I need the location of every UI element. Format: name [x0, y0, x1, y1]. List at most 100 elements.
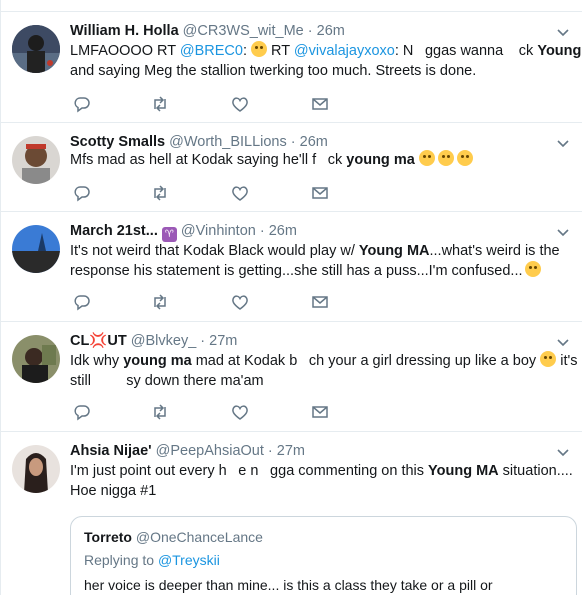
- dm-icon[interactable]: [311, 293, 329, 311]
- search-term: young ma: [346, 152, 415, 168]
- tweet[interactable]: William H. Holla @CR3WS_wit_Me · 26m LMF…: [1, 12, 582, 123]
- retweet-icon[interactable]: [151, 184, 169, 202]
- chevron-down-icon[interactable]: [557, 446, 569, 458]
- text-segment: :: [242, 43, 251, 59]
- display-name[interactable]: CL💢UT: [70, 333, 127, 349]
- like-icon[interactable]: [231, 184, 249, 202]
- text-line: still   sy down there ma'am: [70, 373, 264, 389]
- tweet-header: March 21st... ♈ @Vinhinton · 26m: [70, 222, 297, 242]
- avatar[interactable]: [12, 136, 60, 184]
- text-segment: It's not weird that Kodak Black would pl…: [70, 243, 359, 259]
- timestamp[interactable]: 27m: [209, 333, 237, 349]
- tweet[interactable]: Scotty Smalls @Worth_BILLions · 26m Mfs …: [1, 123, 582, 212]
- tweet-text: Mfs mad as hell at Kodak saying he'll f…: [70, 150, 565, 170]
- retweet-icon[interactable]: [151, 95, 169, 113]
- tweet-text: It's not weird that Kodak Black would pl…: [70, 241, 565, 281]
- handle[interactable]: @CR3WS_wit_Me: [183, 23, 304, 39]
- replying-label: Replying to: [84, 552, 158, 568]
- tweet-header: William H. Holla @CR3WS_wit_Me · 26m: [70, 22, 345, 40]
- aries-icon: ♈: [161, 227, 177, 242]
- mention-link[interactable]: @BREC0: [180, 43, 243, 59]
- chevron-down-icon[interactable]: [557, 336, 569, 348]
- text-segment: LMFAOOOO RT: [70, 43, 180, 59]
- text-line: Hoe nigga #1: [70, 483, 157, 499]
- text-segment: I'm just point out every he ngga comme…: [70, 463, 429, 479]
- text-segment: mad at Kodak bch your a girl dressing u…: [191, 353, 541, 369]
- handle[interactable]: @Blvkey_: [131, 333, 197, 349]
- tweet-text: I'm just point out every he ngga comme…: [70, 461, 573, 501]
- text-segment: ...what's weird is the: [429, 243, 560, 259]
- like-icon[interactable]: [231, 95, 249, 113]
- anger-icon: 💢: [89, 333, 108, 349]
- emoji-icon: [418, 150, 435, 166]
- search-term: Young MA: [537, 43, 582, 59]
- timeline: William H. Holla @CR3WS_wit_Me · 26m LMF…: [0, 0, 582, 595]
- quoted-handle: @OneChanceLance: [135, 529, 263, 545]
- text-segment: Idk why: [70, 353, 124, 369]
- like-icon[interactable]: [231, 403, 249, 421]
- tweet[interactable]: CL💢UT @Blvkey_ · 27m Idk why young ma ma…: [1, 322, 582, 432]
- avatar[interactable]: [12, 335, 60, 383]
- retweet-icon[interactable]: [151, 293, 169, 311]
- tweet-text: Idk why young ma mad at Kodak bch your …: [70, 351, 577, 391]
- search-term: young ma: [123, 353, 192, 369]
- name-part: CL: [70, 333, 90, 349]
- reply-icon[interactable]: [73, 293, 91, 311]
- like-icon[interactable]: [231, 293, 249, 311]
- mention-link[interactable]: @vivalajayxoxo: [294, 43, 395, 59]
- separator: ·: [196, 333, 210, 349]
- name-part: UT: [107, 333, 127, 349]
- reply-icon[interactable]: [73, 403, 91, 421]
- timestamp[interactable]: 26m: [269, 223, 297, 239]
- tweet-text: LMFAOOOO RT @BREC0: RT @vivalajayxoxo: N…: [70, 41, 582, 81]
- text-line: and saying Meg the stallion twerking too…: [70, 63, 477, 79]
- separator: ·: [303, 23, 317, 39]
- dm-icon[interactable]: [311, 184, 329, 202]
- text-segment: situation....: [498, 463, 573, 479]
- dm-icon[interactable]: [311, 95, 329, 113]
- text-segment: it's: [556, 353, 578, 369]
- reply-icon[interactable]: [73, 95, 91, 113]
- tweet-header: CL💢UT @Blvkey_ · 27m: [70, 332, 237, 350]
- text-segment: RT: [267, 43, 294, 59]
- quoted-header: Torreto @OneChanceLance: [84, 529, 263, 545]
- text-segment: Mfs mad as hell at Kodak saying he'll f…: [70, 152, 347, 168]
- emoji-icon: [456, 150, 473, 166]
- shrug-emoji-icon: [524, 261, 541, 277]
- text-segment: response his statement is getting...she …: [70, 263, 523, 279]
- handle[interactable]: @Worth_BILLions: [169, 134, 287, 150]
- tweet[interactable]: March 21st... ♈ @Vinhinton · 26m It's no…: [1, 212, 582, 322]
- replying-to: Replying to @Treyskii: [84, 552, 220, 568]
- tweet-header: Ahsia Nijae' @PeepAhsiaOut · 27m: [70, 442, 305, 460]
- avatar[interactable]: [12, 225, 60, 273]
- search-term: Young MA: [428, 463, 499, 479]
- search-term: Young MA: [358, 243, 430, 259]
- display-name[interactable]: William H. Holla: [70, 23, 179, 39]
- display-name[interactable]: March 21st...: [70, 223, 158, 239]
- chevron-down-icon[interactable]: [557, 137, 569, 149]
- handle[interactable]: @PeepAhsiaOut: [156, 443, 264, 459]
- text-segment: : Nggas wanna ck: [394, 43, 538, 59]
- quoted-text: her voice is deeper than mine... is this…: [84, 577, 493, 593]
- timestamp[interactable]: 27m: [277, 443, 305, 459]
- chevron-down-icon[interactable]: [557, 26, 569, 38]
- dm-icon[interactable]: [311, 403, 329, 421]
- retweet-icon[interactable]: [151, 403, 169, 421]
- emoji-icon: [540, 351, 557, 367]
- avatar[interactable]: [12, 25, 60, 73]
- separator: ·: [255, 223, 269, 239]
- timestamp[interactable]: 26m: [300, 134, 328, 150]
- handle[interactable]: @Vinhinton: [181, 223, 256, 239]
- quoted-display-name: Torreto: [84, 529, 132, 545]
- timestamp[interactable]: 26m: [317, 23, 345, 39]
- quoted-tweet[interactable]: Torreto @OneChanceLance Replying to @Tre…: [70, 516, 577, 595]
- emoji-icon: [251, 41, 267, 57]
- chevron-down-icon[interactable]: [557, 226, 569, 238]
- reply-icon[interactable]: [73, 184, 91, 202]
- display-name[interactable]: Scotty Smalls: [70, 134, 165, 150]
- replying-to-link[interactable]: @Treyskii: [158, 552, 220, 568]
- separator: ·: [286, 134, 300, 150]
- separator: ·: [263, 443, 277, 459]
- display-name[interactable]: Ahsia Nijae': [70, 443, 152, 459]
- avatar[interactable]: [12, 445, 60, 493]
